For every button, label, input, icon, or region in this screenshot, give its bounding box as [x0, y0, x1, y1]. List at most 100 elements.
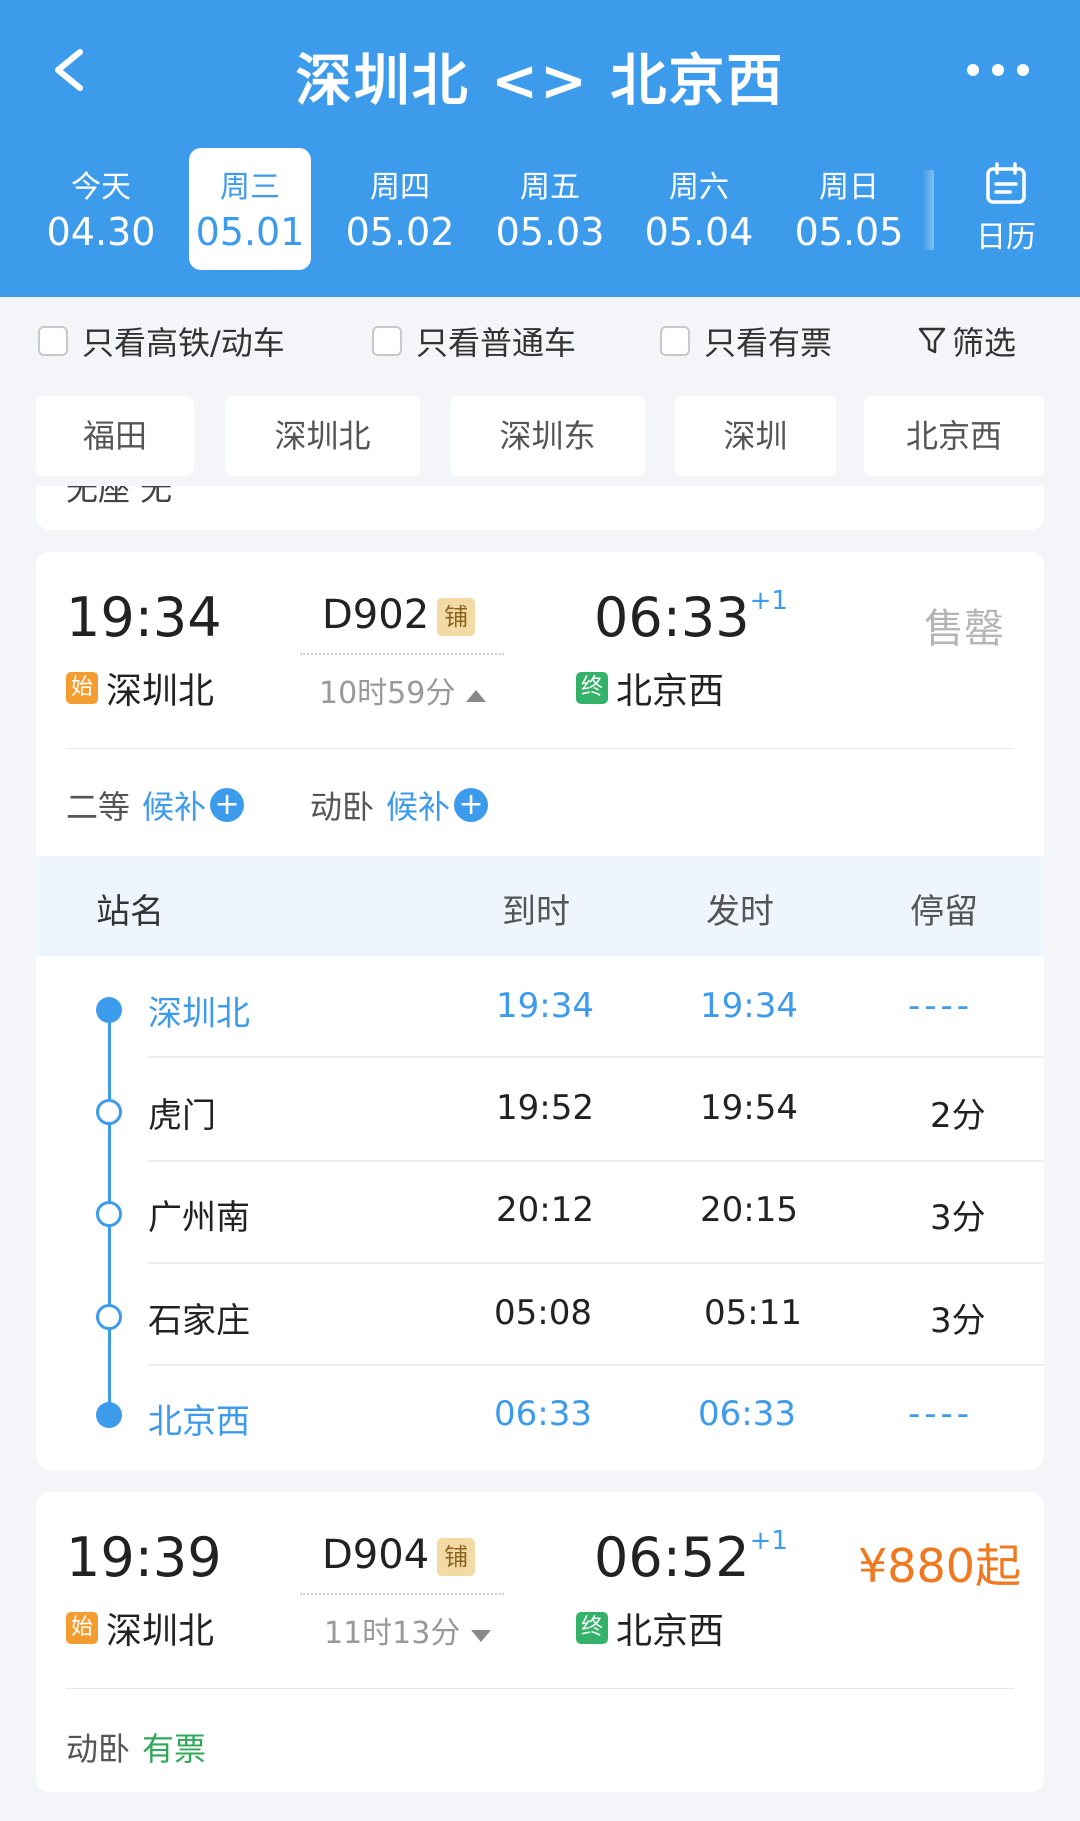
train-number: D904 [322, 1532, 430, 1578]
departure-station: 始 深圳北 [66, 662, 214, 714]
date-weekday: 周五 [520, 170, 580, 205]
seat-sleeper[interactable]: 动卧 有票 [66, 1724, 206, 1770]
stop-arrive: 05:08 [494, 1293, 592, 1333]
arrival-station: 终 北京西 [576, 1602, 724, 1654]
available-label: 有票 [142, 1730, 207, 1768]
train-card-d904[interactable]: 19:39 始 深圳北 D904 铺 11时13分 06:52+1 终 北京西 ¥… [36, 1492, 1044, 1792]
date-item[interactable]: 周四 05.02 [339, 148, 461, 270]
filter-label: 只看高铁/动车 [82, 324, 285, 362]
previous-train-card[interactable]: 无座 无 [36, 486, 1044, 530]
stop-name: 石家庄 [148, 1301, 250, 1341]
stop-depart: 06:33 [698, 1394, 796, 1434]
departure-station: 始 深圳北 [66, 1602, 214, 1654]
row-divider [148, 1364, 1044, 1366]
stops-table-header: 站名 到时 发时 停留 [36, 856, 1044, 956]
departure-time: 19:34 [66, 586, 222, 649]
checkbox[interactable] [372, 326, 402, 356]
stop-arrive: 06:33 [494, 1394, 592, 1434]
stop-name: 深圳北 [148, 994, 250, 1034]
stop-dot-filled [96, 1402, 122, 1428]
seat-sleeper[interactable]: 动卧 候补 + [310, 782, 489, 828]
stop-name: 虎门 [148, 1096, 216, 1136]
filter-label: 只看有票 [704, 324, 833, 362]
arrival-station-name: 北京西 [616, 1611, 725, 1652]
stop-stay: 3分 [930, 1301, 986, 1341]
date-item[interactable]: 周五 05.03 [489, 148, 611, 270]
arrival-station-name: 北京西 [616, 671, 725, 712]
filter-high-speed[interactable]: 只看高铁/动车 [38, 318, 285, 364]
arrival-time: 06:33 [594, 586, 750, 649]
filter-button[interactable]: 筛选 [918, 318, 1016, 364]
more-icon[interactable] [965, 62, 1031, 78]
date-weekday: 周四 [370, 170, 430, 205]
stop-arrive: 20:12 [496, 1190, 594, 1230]
train-card-d902[interactable]: 19:34 始 深圳北 D902 铺 10时59分 06:33+1 终 北京西 售… [36, 552, 1044, 1470]
stop-depart: 19:34 [700, 986, 798, 1026]
sold-out-status: 售罄 [924, 606, 1004, 652]
row-divider [148, 1262, 1044, 1264]
date-value: 04.30 [46, 210, 156, 254]
date-item-today[interactable]: 今天 04.30 [40, 148, 162, 270]
calendar-button[interactable]: 日历 [966, 158, 1046, 258]
date-weekday: 周三 [220, 170, 280, 205]
station-chip[interactable]: 北京西 [864, 396, 1044, 476]
date-item[interactable]: 周日 05.05 [788, 148, 910, 270]
stop-dot-filled [96, 997, 122, 1023]
row-divider [148, 1160, 1044, 1162]
stop-name: 广州南 [148, 1198, 250, 1238]
stop-stay: ---- [908, 986, 974, 1026]
date-item-selected[interactable]: 周三 05.01 [189, 148, 311, 270]
duration-toggle[interactable]: 11时13分 [324, 1608, 492, 1652]
price-label: ¥880起 [858, 1539, 1022, 1593]
filter-bar: 只看高铁/动车 只看普通车 只看有票 筛选 [0, 318, 1080, 362]
arrival-time: 06:52 [594, 1526, 750, 1589]
station-chip[interactable]: 深圳东 [450, 396, 645, 476]
seat-second-class[interactable]: 二等 候补 + [66, 782, 245, 828]
stop-depart: 19:54 [700, 1088, 798, 1128]
calendar-label: 日历 [976, 220, 1036, 255]
duration-toggle[interactable]: 10时59分 [319, 668, 487, 712]
filter-available[interactable]: 只看有票 [660, 318, 832, 364]
next-day-marker: +1 [749, 1526, 788, 1556]
stop-arrive: 19:52 [496, 1088, 594, 1128]
stop-depart: 05:11 [704, 1293, 802, 1333]
partial-seat-text: 无座 无 [66, 486, 173, 508]
sleeper-badge: 铺 [437, 1538, 476, 1576]
col-station-name: 站名 [96, 892, 164, 932]
date-selector: 今天 04.30 周三 05.01 周四 05.02 周五 05.03 周六 0… [0, 148, 1080, 270]
divider [66, 1688, 1014, 1689]
departure-station-name: 深圳北 [106, 1611, 215, 1652]
stop-stay: 2分 [930, 1096, 986, 1136]
filter-normal[interactable]: 只看普通车 [372, 318, 576, 364]
scroll-fade [922, 170, 934, 250]
add-circle-icon[interactable]: + [210, 788, 245, 822]
waitlist-label: 候补 [142, 788, 207, 826]
seat-class: 二等 [66, 788, 131, 826]
waitlist-label: 候补 [386, 788, 451, 826]
calendar-icon [986, 162, 1026, 204]
divider [66, 748, 1014, 749]
date-weekday: 周六 [669, 170, 729, 205]
date-value: 05.02 [345, 210, 455, 254]
date-value: 05.04 [644, 210, 754, 254]
checkbox[interactable] [38, 326, 68, 356]
date-value: 05.03 [495, 210, 605, 254]
station-chip[interactable]: 深圳 [675, 396, 836, 476]
start-tag: 始 [66, 1612, 98, 1644]
date-item[interactable]: 周六 05.04 [638, 148, 760, 270]
add-circle-icon[interactable]: + [454, 788, 489, 822]
train-number-group: D902 铺 [322, 592, 476, 638]
station-chip[interactable]: 福田 [36, 396, 194, 476]
stop-depart: 20:15 [700, 1190, 798, 1230]
row-divider [148, 1056, 1044, 1058]
train-number: D902 [322, 592, 430, 638]
end-tag: 终 [576, 1612, 608, 1644]
station-chip[interactable]: 深圳北 [225, 396, 420, 476]
checkbox[interactable] [660, 326, 690, 356]
station-chips: 福田 深圳北 深圳东 深圳 北京西 [0, 396, 1080, 476]
date-weekday: 周日 [819, 170, 879, 205]
stop-stay: ---- [908, 1394, 974, 1434]
stop-name: 北京西 [148, 1402, 250, 1442]
departure-station-name: 深圳北 [106, 671, 215, 712]
sleeper-badge: 铺 [437, 598, 476, 636]
